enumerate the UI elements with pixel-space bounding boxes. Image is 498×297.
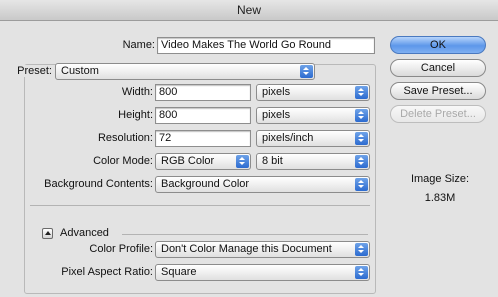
bit-depth-select[interactable]: 8 bit [256,153,370,170]
width-label: Width: [121,86,153,98]
width-unit-value: pixels [262,86,291,98]
pixel-aspect-value: Square [161,266,197,278]
advanced-divider [122,234,368,235]
width-unit-select[interactable]: pixels [256,84,370,101]
window-title: New [0,0,498,21]
preset-label: Preset: [10,65,54,77]
dialog-panel: Name: Video Makes The World Go Round Pre… [0,21,498,297]
resolution-unit-value: pixels/inch [262,132,314,144]
bit-depth-arrows-icon [355,155,368,168]
ok-button[interactable]: OK [390,36,486,54]
color-profile-arrows-icon [355,243,368,256]
width-input[interactable]: 800 [155,84,251,101]
cancel-button[interactable]: Cancel [390,59,486,77]
resolution-unit-select[interactable]: pixels/inch [256,130,370,147]
advanced-label: Advanced [60,227,109,239]
resolution-label: Resolution: [97,132,153,144]
color-profile-label: Color Profile: [89,243,153,255]
save-preset-button[interactable]: Save Preset... [390,82,486,100]
pixel-aspect-select[interactable]: Square [155,264,370,281]
pixel-aspect-label: Pixel Aspect Ratio: [61,266,153,278]
pixel-aspect-arrows-icon [355,266,368,279]
background-select[interactable]: Background Color [155,176,370,193]
delete-preset-button[interactable]: Delete Preset... [390,105,486,123]
advanced-disclosure-icon[interactable] [42,228,53,239]
name-label: Name: [122,39,155,51]
width-unit-arrows-icon [355,86,368,99]
background-label: Background Contents: [44,178,153,190]
preset-select[interactable]: Custom [55,63,315,80]
height-label: Height: [118,109,153,121]
bit-depth-value: 8 bit [262,155,283,167]
preset-value: Custom [61,65,99,77]
color-mode-arrows-icon [236,155,249,168]
color-profile-value: Don't Color Manage this Document [161,243,332,255]
height-unit-value: pixels [262,109,291,121]
image-size-value: 1.83M [424,192,456,204]
background-value: Background Color [161,178,250,190]
divider [30,205,370,206]
preset-select-arrows-icon [300,65,313,78]
color-mode-label: Color Mode: [93,155,153,167]
color-profile-select[interactable]: Don't Color Manage this Document [155,241,370,258]
color-mode-value: RGB Color [161,155,215,167]
background-arrows-icon [355,178,368,191]
resolution-input[interactable]: 72 [155,130,251,147]
height-unit-select[interactable]: pixels [256,107,370,124]
name-input[interactable]: Video Makes The World Go Round [157,37,375,54]
height-input[interactable]: 800 [155,107,251,124]
height-unit-arrows-icon [355,109,368,122]
image-size-label: Image Size: [410,173,470,185]
color-mode-select[interactable]: RGB Color [155,153,251,170]
resolution-unit-arrows-icon [355,132,368,145]
